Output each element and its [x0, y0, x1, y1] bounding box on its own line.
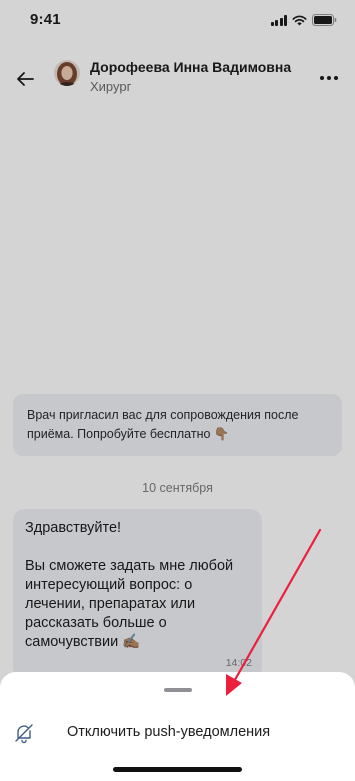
bell-off-icon [15, 724, 33, 744]
sheet-grabber[interactable] [164, 688, 192, 692]
disable-push-label: Отключить push-уведомления [67, 724, 271, 740]
home-indicator [113, 767, 242, 772]
dim-overlay[interactable] [0, 0, 355, 781]
disable-push-option[interactable]: Отключить push-уведомления [0, 716, 355, 752]
bottom-sheet: Отключить push-уведомления [0, 672, 355, 781]
